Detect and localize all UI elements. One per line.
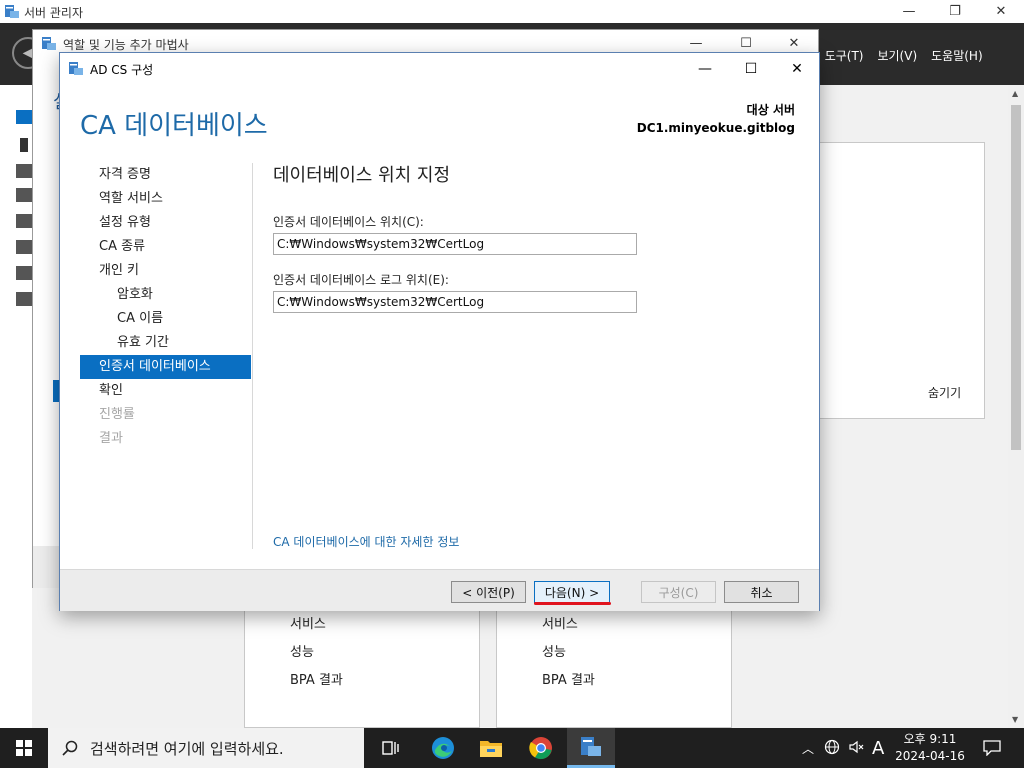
start-button[interactable] [0, 728, 48, 768]
dns-icon[interactable] [16, 240, 32, 254]
log-location-label: 인증서 데이터베이스 로그 위치(E): [273, 273, 449, 287]
server-manager-menu: ) 도구(T) 보기(V) 도움말(H) [806, 47, 983, 64]
file-storage-icon[interactable] [16, 266, 32, 280]
tile-item-bpa[interactable]: BPA 결과 [290, 669, 343, 688]
server-manager-sidebar [0, 108, 32, 728]
section-title: 데이터베이스 위치 지정 [273, 165, 451, 186]
system-tray: ︿ A [802, 728, 884, 768]
tile-item-performance[interactable]: 성능 [290, 641, 314, 660]
local-server-icon[interactable] [20, 138, 28, 152]
scrollbar-thumb[interactable] [1011, 105, 1021, 450]
dialog-footer: < 이전(P) 다음(N) > 구성(C) 취소 [60, 569, 819, 611]
taskbar: 검색하려면 여기에 입력하세요. ︿ A 오후 9:11 2024-04-16 [0, 728, 1024, 768]
nav-item-certificate-database[interactable]: 인증서 데이터베이스 [80, 355, 251, 379]
ime-indicator[interactable]: A [872, 738, 884, 759]
server-tile-2: 서비스 성능 BPA 결과 [496, 610, 732, 728]
ad-cs-config-dialog: AD CS 구성 — ☐ ✕ CA 데이터베이스 대상 서버 DC1.minye… [59, 52, 820, 611]
dialog-close-button[interactable]: ✕ [774, 53, 820, 84]
tile-item-performance[interactable]: 성능 [542, 641, 566, 660]
dashboard-icon[interactable] [16, 110, 32, 124]
network-globe-icon[interactable] [824, 739, 840, 758]
server-manager-taskbar-icon[interactable] [567, 728, 615, 768]
windows-logo-icon [16, 740, 32, 756]
chrome-icon[interactable] [517, 728, 565, 768]
log-location-input[interactable] [273, 291, 637, 313]
restore-button[interactable]: ❐ [932, 0, 978, 23]
nav-item-validity-period[interactable]: 유효 기간 [80, 331, 251, 355]
nav-item-confirmation[interactable]: 확인 [80, 379, 251, 403]
ad-ds-icon[interactable] [16, 214, 32, 228]
edge-icon[interactable] [419, 728, 467, 768]
nav-item-credentials[interactable]: 자격 증명 [80, 163, 251, 187]
wizard-icon [41, 36, 57, 54]
minimize-button[interactable]: — [886, 0, 932, 23]
menu-view[interactable]: 보기(V) [877, 47, 917, 64]
clock-date: 2024-04-16 [895, 749, 965, 763]
nav-item-setup-type[interactable]: 설정 유형 [80, 211, 251, 235]
scroll-down-icon[interactable]: ▼ [1012, 715, 1018, 724]
vertical-scrollbar[interactable]: ▲ ▼ [1008, 85, 1024, 728]
close-button[interactable]: ✕ [978, 0, 1024, 23]
db-location-label: 인증서 데이터베이스 위치(C): [273, 215, 424, 229]
dialog-title: AD CS 구성 [90, 63, 154, 77]
nav-item-ca-name[interactable]: CA 이름 [80, 307, 251, 331]
welcome-panel [818, 142, 985, 419]
search-placeholder: 검색하려면 여기에 입력하세요. [90, 739, 284, 758]
file-explorer-icon[interactable] [467, 728, 515, 768]
dialog-minimize-button[interactable]: — [682, 53, 728, 84]
target-server-label: 대상 서버 [746, 103, 795, 117]
nav-item-ca-type[interactable]: CA 종류 [80, 235, 251, 259]
volume-muted-icon[interactable] [848, 739, 864, 758]
cancel-button[interactable]: 취소 [724, 581, 799, 603]
tile-item-services[interactable]: 서비스 [542, 613, 578, 632]
menu-tools[interactable]: 도구(T) [825, 47, 864, 64]
nav-item-cryptography[interactable]: 암호화 [80, 283, 251, 307]
clock-time: 오후 9:11 [903, 732, 957, 746]
menu-help[interactable]: 도움말(H) [931, 47, 983, 64]
target-server-value: DC1.minyeokue.gitblog [636, 121, 795, 135]
taskbar-search[interactable]: 검색하려면 여기에 입력하세요. [48, 728, 364, 768]
all-servers-icon[interactable] [16, 164, 32, 178]
dialog-maximize-button[interactable]: ☐ [728, 53, 774, 84]
ad-cs-icon [68, 61, 84, 79]
hide-link[interactable]: 숨기기 [928, 384, 961, 401]
server-manager-titlebar: 서버 관리자 — ❐ ✕ [0, 0, 1024, 23]
server-manager-title: 서버 관리자 [24, 6, 84, 20]
tile-item-services[interactable]: 서비스 [290, 613, 326, 632]
nav-item-private-key[interactable]: 개인 키 [80, 259, 251, 283]
scroll-up-icon[interactable]: ▲ [1012, 89, 1018, 98]
configure-button: 구성(C) [641, 581, 716, 603]
nav-item-role-services[interactable]: 역할 서비스 [80, 187, 251, 211]
db-location-input[interactable] [273, 233, 637, 255]
dialog-titlebar: AD CS 구성 — ☐ ✕ [60, 53, 819, 84]
ad-cs-icon[interactable] [16, 188, 32, 202]
iis-icon[interactable] [16, 292, 32, 306]
task-view-icon[interactable] [367, 728, 415, 768]
nav-item-progress: 진행률 [99, 407, 135, 422]
next-button-highlight [534, 602, 611, 605]
nav-item-results: 결과 [99, 431, 123, 446]
tile-item-bpa[interactable]: BPA 결과 [542, 669, 595, 688]
wizard-title: 역할 및 기능 추가 마법사 [63, 38, 189, 52]
page-heading: CA 데이터베이스 [80, 111, 268, 141]
more-info-link[interactable]: CA 데이터베이스에 대한 자세한 정보 [273, 533, 459, 550]
search-icon [62, 740, 78, 756]
prev-button[interactable]: < 이전(P) [451, 581, 526, 603]
wizard-nav: 자격 증명 역할 서비스 설정 유형 CA 종류 개인 키 암호화 CA 이름 … [80, 163, 251, 451]
server-tile-1: 서비스 성능 BPA 결과 [244, 610, 480, 728]
taskbar-clock[interactable]: 오후 9:11 2024-04-16 [890, 731, 970, 765]
nav-divider [252, 163, 253, 549]
show-hidden-icons-icon[interactable]: ︿ [802, 740, 814, 757]
main-content: 데이터베이스 위치 지정 인증서 데이터베이스 위치(C): 인증서 데이터베이… [273, 161, 803, 313]
server-manager-icon [4, 4, 20, 22]
notification-icon[interactable] [968, 728, 1016, 768]
next-button[interactable]: 다음(N) > [534, 581, 610, 603]
